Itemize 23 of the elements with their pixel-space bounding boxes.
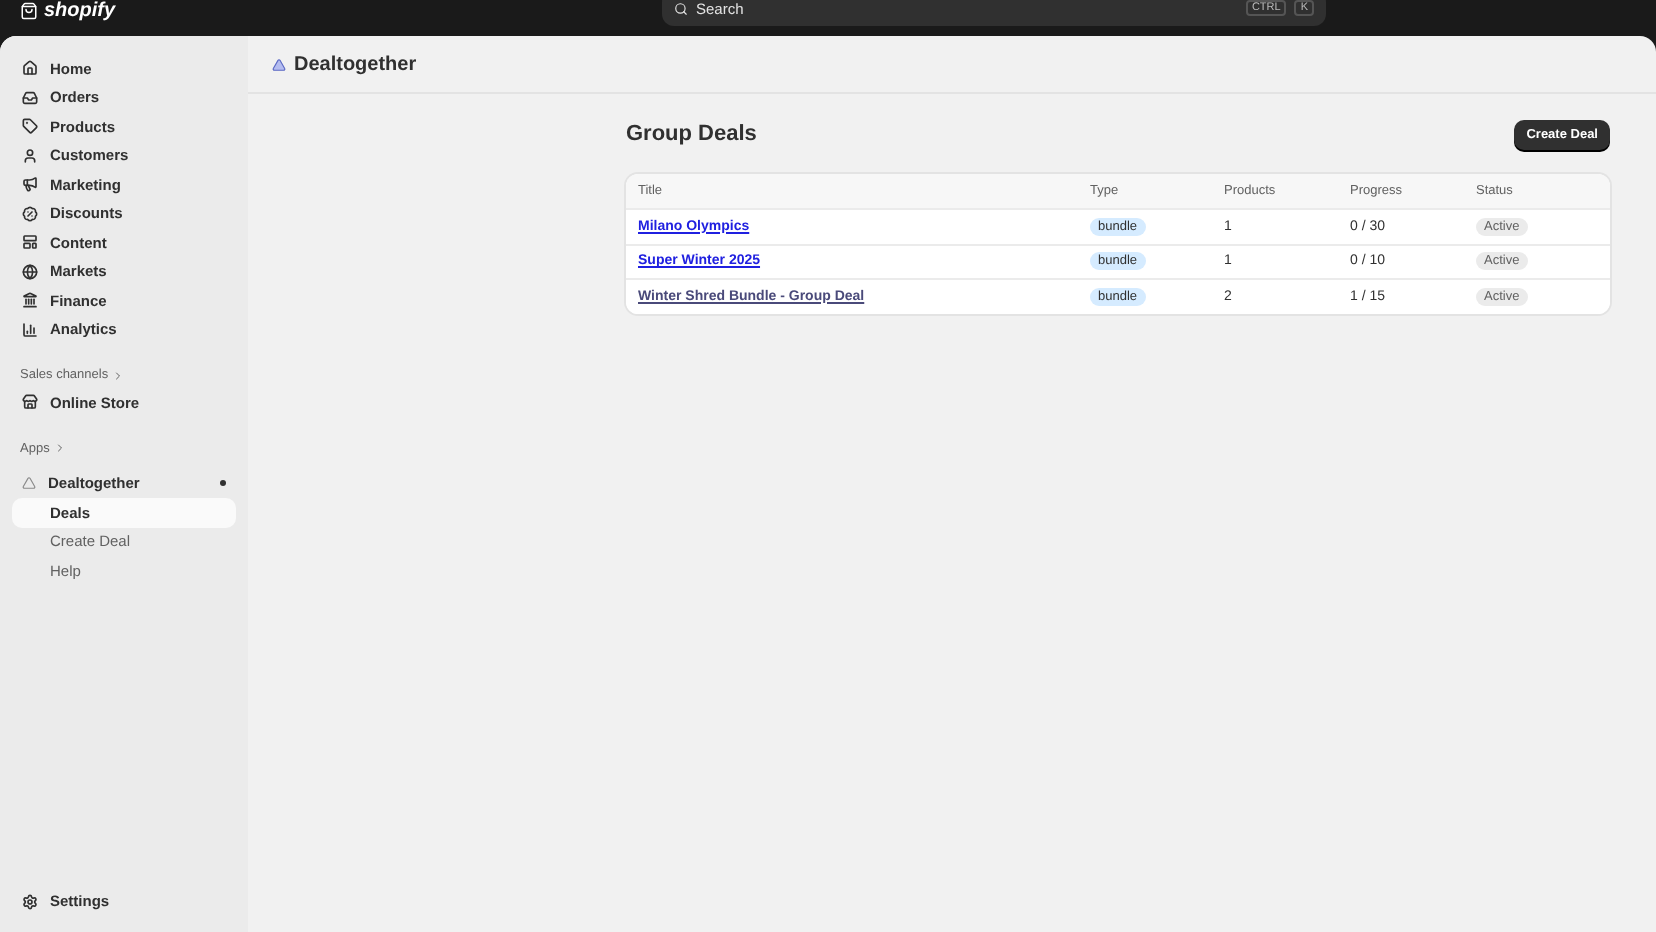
- app-title: Dealtogether: [294, 53, 417, 75]
- bank-icon: [22, 292, 38, 309]
- settings-icon: [22, 893, 38, 910]
- percent-badge-icon: [22, 205, 38, 222]
- inbox-icon: [22, 89, 38, 106]
- shopify-logo[interactable]: shopify: [20, 0, 116, 21]
- tag-icon: [22, 118, 38, 135]
- person-icon: [22, 147, 38, 164]
- layout-icon: [22, 234, 38, 251]
- chevron-icon: [112, 369, 125, 381]
- bag-icon: [20, 1, 38, 19]
- search-icon: [674, 1, 688, 15]
- page-title: Group Deals: [626, 122, 757, 146]
- triangle-icon: [22, 476, 36, 491]
- megaphone-icon: [22, 176, 38, 193]
- globe-icon: [22, 263, 38, 280]
- bar-chart-icon: [22, 321, 38, 338]
- store-icon: [22, 394, 38, 411]
- dot-icon: [220, 480, 226, 487]
- home-icon: [22, 60, 38, 77]
- logo-text: shopify: [44, 0, 116, 21]
- chevron-icon: [53, 442, 66, 454]
- triangle-icon: [272, 57, 286, 71]
